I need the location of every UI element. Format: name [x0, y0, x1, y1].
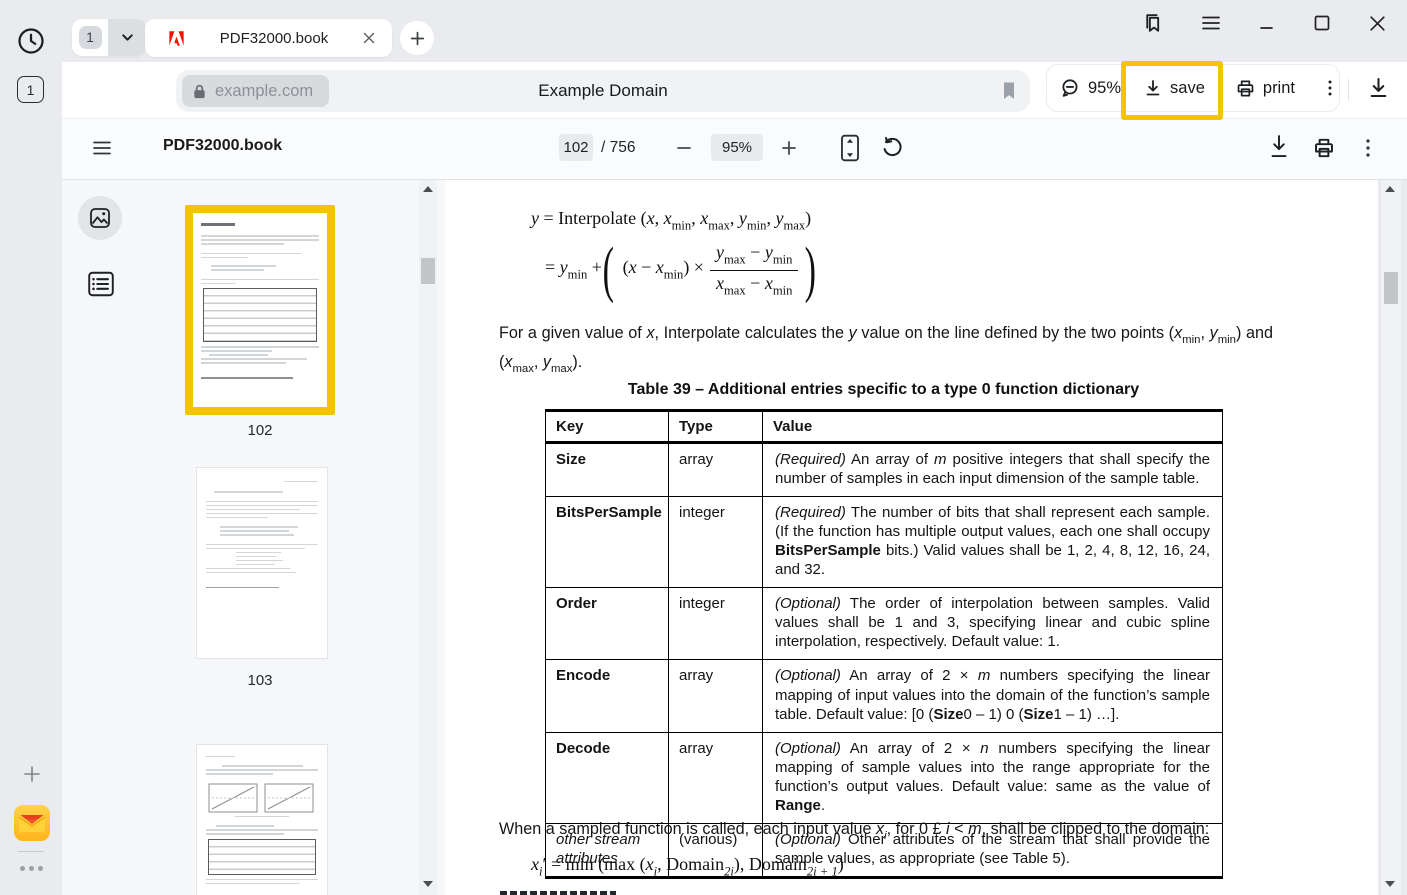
zoom-value: 95% — [1088, 79, 1121, 98]
thumb-label-102: 102 — [220, 422, 300, 439]
pdf-sidebar-toggle[interactable] — [92, 139, 112, 157]
printer-icon — [1235, 78, 1256, 99]
downloads-button[interactable] — [1366, 75, 1391, 100]
page-title: Example Domain — [176, 70, 1030, 112]
pdf-more-button[interactable] — [1360, 137, 1376, 159]
zoom-out-button[interactable] — [675, 139, 693, 157]
outline-view-button[interactable] — [86, 268, 116, 300]
side-strip: 1 — [0, 0, 62, 895]
table-caption: Table 39 – Additional entries specific t… — [545, 381, 1222, 399]
thumbnail-page-103[interactable] — [197, 468, 327, 658]
rotate-button[interactable] — [879, 134, 906, 161]
history-clock-icon[interactable] — [16, 26, 46, 56]
window-minimize-button[interactable] — [1254, 10, 1280, 36]
kebab-icon — [1321, 78, 1339, 98]
zoom-in-button[interactable] — [780, 139, 798, 157]
tab-title: PDF32000.book — [186, 30, 362, 47]
zoom-out-bubble-icon — [1060, 78, 1081, 99]
plus-icon — [409, 30, 426, 47]
address-row: example.com Example Domain 95% save — [62, 62, 1407, 118]
download-icon — [1143, 78, 1163, 98]
table-row: Order integer (Optional) The order of in… — [546, 588, 1223, 660]
scrollbar-thumb[interactable] — [421, 258, 435, 284]
page-total: / 756 — [601, 139, 635, 157]
image-icon — [88, 206, 112, 230]
table-row: Decode array (Optional) An array of 2 × … — [546, 732, 1223, 823]
pdf-action-group: 95% save print — [1046, 64, 1340, 112]
scroll-down-arrow[interactable] — [423, 881, 433, 887]
col-type: Type — [669, 411, 763, 443]
save-button[interactable]: save — [1143, 78, 1205, 98]
separator — [1348, 79, 1349, 101]
tab-group-chip[interactable]: 1 — [72, 19, 146, 56]
strip-more-icon[interactable] — [20, 866, 43, 871]
thumbnail-page-104[interactable] — [197, 745, 327, 895]
thumbnails-sidebar: 101 102 — [62, 178, 445, 895]
pdf-print-button[interactable] — [1312, 136, 1336, 160]
tab-group-expand[interactable] — [108, 19, 146, 56]
strip-divider — [18, 851, 44, 852]
col-value: Value — [763, 411, 1223, 443]
pdf-doc-title: PDF32000.book — [163, 137, 282, 155]
main-scrollbar[interactable] — [1380, 178, 1401, 895]
thumb-label-103: 103 — [220, 672, 300, 689]
tab-pdf32000[interactable]: PDF32000.book — [145, 19, 392, 57]
fit-page-button[interactable] — [838, 133, 862, 163]
download-arrow-icon — [1366, 75, 1391, 100]
pdf-zoom-value[interactable]: 95% — [711, 134, 763, 161]
more-actions-button[interactable] — [1321, 78, 1339, 98]
browser-window: 1 1 PDF320 — [0, 0, 1407, 895]
formula-interpolate-expanded: = ymin + ( (x − xmin) × ymax − ymin xmax… — [545, 232, 817, 308]
window-maximize-button[interactable] — [1309, 10, 1335, 36]
formula-clip: xi′ = min (max (xi, Domain2i), Domain2i … — [531, 854, 844, 880]
paragraph-interpolate: For a given value of x, Interpolate calc… — [499, 320, 1273, 379]
adobe-pdf-icon — [167, 29, 186, 48]
tab-counter-badge[interactable]: 1 — [17, 76, 44, 103]
tab-close-icon[interactable] — [362, 31, 376, 45]
thumbnail-page-102-selected[interactable] — [185, 205, 335, 415]
paragraph-clipping: When a sampled function is called, each … — [499, 820, 1319, 842]
menu-hamburger-icon[interactable] — [1198, 10, 1224, 36]
chevron-down-icon — [120, 30, 135, 45]
zoom-indicator[interactable]: 95% — [1060, 78, 1121, 99]
scrollbar-thumb[interactable] — [1384, 272, 1398, 304]
tab-bar: 1 PDF32000.book — [62, 0, 1407, 62]
table-row: BitsPerSample integer (Required) The num… — [546, 497, 1223, 588]
formula-interpolate: y = Interpolate (x, xmin, xmax, ymin, ym… — [531, 208, 811, 234]
pdf-page-content: notation: y = Interpolate (x, xmin, xmax… — [445, 178, 1378, 895]
clipped-next-line — [500, 891, 616, 895]
fraction: ymax − ymin xmax − xmin — [710, 242, 798, 298]
scroll-down-arrow[interactable] — [1385, 881, 1395, 887]
table-header-row: Key Type Value — [546, 411, 1223, 443]
scroll-up-arrow[interactable] — [423, 186, 433, 192]
mail-app-icon[interactable] — [14, 805, 50, 841]
new-tab-button[interactable] — [400, 21, 434, 55]
print-button[interactable]: print — [1235, 78, 1295, 99]
save-label: save — [1170, 79, 1205, 98]
tab-group-count: 1 — [79, 26, 102, 49]
list-icon — [86, 269, 116, 299]
window-close-button[interactable] — [1364, 10, 1390, 36]
scroll-up-arrow[interactable] — [1385, 186, 1395, 192]
table-39: Key Type Value Size array (Required) An … — [545, 409, 1223, 879]
col-key: Key — [546, 411, 669, 443]
bookmarks-panel-icon[interactable] — [1140, 10, 1166, 36]
strip-add-icon[interactable] — [20, 762, 44, 786]
thumbnails-view-button[interactable] — [78, 196, 122, 240]
table-row: Size array (Required) An array of m posi… — [546, 443, 1223, 497]
print-label: print — [1263, 79, 1295, 98]
pdf-viewer-toolbar: PDF32000.book 102 / 756 95% — [62, 118, 1407, 180]
bookmark-icon[interactable] — [1001, 81, 1017, 101]
sidebar-scrollbar[interactable] — [419, 178, 437, 895]
address-bar[interactable]: example.com Example Domain — [176, 70, 1030, 112]
table-row: Encode array (Optional) An array of 2 × … — [546, 660, 1223, 732]
pdf-download-button[interactable] — [1267, 134, 1291, 162]
page-number-input[interactable]: 102 — [559, 134, 593, 161]
